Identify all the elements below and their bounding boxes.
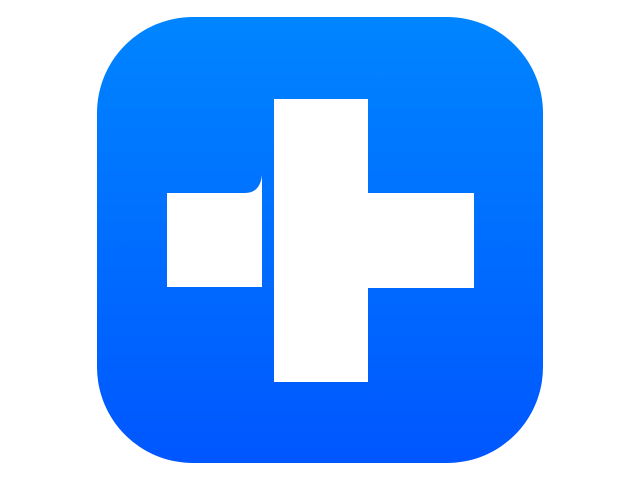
cross-glyph: [167, 99, 474, 382]
cross-vertical-bar: [274, 99, 368, 382]
canvas: [0, 0, 640, 480]
app-icon[interactable]: [97, 17, 543, 463]
cross-left-arm: [167, 175, 262, 287]
cross-right-arm: [368, 193, 474, 288]
